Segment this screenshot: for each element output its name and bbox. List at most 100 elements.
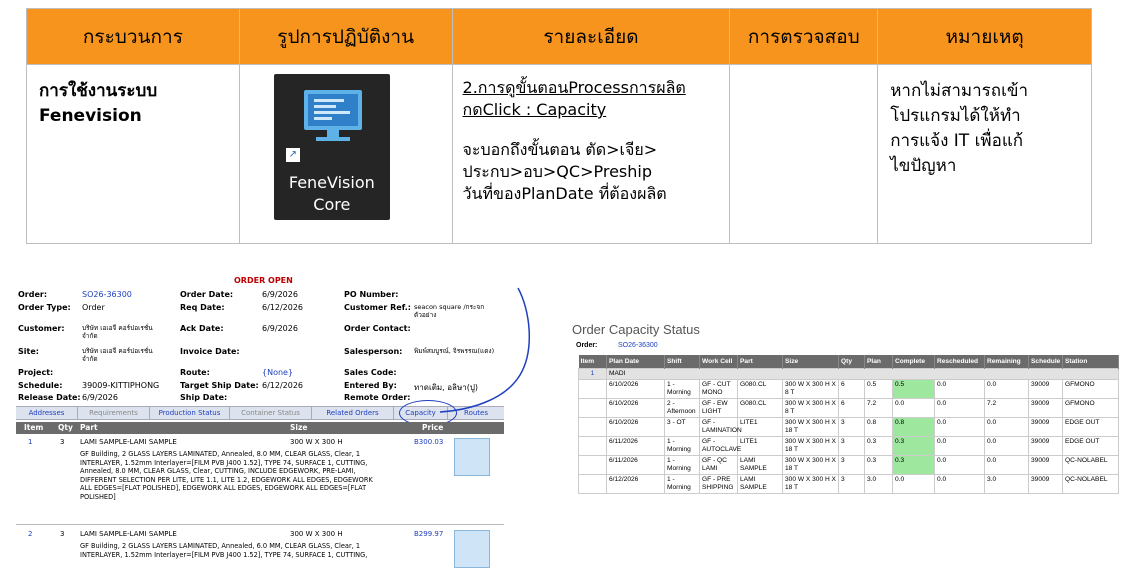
- detail-line-2: กดClick : Capacity: [462, 100, 607, 119]
- item-number[interactable]: 1: [28, 438, 32, 447]
- schedule-value: 39009-KITTIPHONG: [82, 381, 160, 390]
- capacity-row: 6/11/2026 1 - Morning GF - QC LAMI LAMI SAM…: [578, 454, 1119, 475]
- capacity-cell-rescheduled: 0.0: [934, 416, 985, 437]
- col-qty: Qty: [58, 423, 73, 432]
- capacity-order-number[interactable]: SO26-36300: [618, 342, 658, 349]
- capacity-cell-item: [578, 416, 607, 437]
- tab-related-orders[interactable]: Related Orders: [312, 407, 394, 419]
- capacity-cell-rescheduled: 0.0: [934, 435, 985, 456]
- project-label: Project:: [18, 368, 54, 377]
- note-line-4: ไขปัญหา: [890, 156, 957, 176]
- capacity-cell-shift: 1 - Morning: [664, 435, 700, 456]
- capacity-cell-remaining: 0.0: [984, 416, 1029, 437]
- tab-requirements[interactable]: Requirements: [78, 407, 150, 419]
- order-number[interactable]: SO26-36300: [82, 290, 132, 299]
- ack-date-value: 6/9/2026: [262, 324, 298, 333]
- capacity-cell-rescheduled: 0.0: [934, 397, 985, 418]
- capacity-cell-size: 300 W X 300 H X 8 T: [782, 378, 839, 399]
- capacity-row: 6/12/2026 1 - Morning GF - PRE SHIPPING LAM…: [578, 473, 1119, 494]
- order-row-2: Order Type: Order Req Date: 6/12/2026 Cu…: [16, 303, 504, 319]
- capacity-cell-remaining: 0.0: [984, 435, 1029, 456]
- capacity-cell-station: QC-NOLABEL: [1062, 454, 1119, 475]
- detail-line-3: จะบอกถึงขั้นตอน ตัด>เจีย>: [462, 140, 658, 159]
- process-cell: การใช้งานระบบ Fenevision: [26, 64, 240, 244]
- capacity-cell-remaining: 0.0: [984, 378, 1029, 399]
- order-type-value: Order: [82, 303, 105, 312]
- note-line-1: หากไม่สามารถเข้า: [890, 81, 1029, 101]
- capacity-cell-plan: 0.8: [864, 416, 893, 437]
- procedure-table-row: การใช้งานระบบ Fenevision ↗ FeneVision Co…: [26, 64, 1092, 244]
- capacity-cell-item: [578, 435, 607, 456]
- item-price: B299.97: [414, 530, 444, 538]
- capacity-cell-qty: 6: [838, 397, 865, 418]
- capacity-cell-size: 300 W X 300 H X 8 T: [782, 397, 839, 418]
- release-date-value: 6/9/2026: [82, 393, 118, 402]
- capacity-cell-station: EDGE OUT: [1062, 435, 1119, 456]
- monitor-icon: [303, 90, 362, 130]
- order-contact-label: Order Contact:: [344, 324, 411, 333]
- capacity-cell-size: 300 W X 300 H X 18 T: [782, 416, 839, 437]
- order-row-3: Customer: บริษัท เอเอจี คอร์ปอเรชั่นจำกั…: [16, 324, 504, 340]
- detail-line-4: ประกบ>อบ>QC>Preship: [462, 162, 652, 181]
- capacity-cell-plan: 3.0: [864, 473, 893, 494]
- fenevision-core-label: FeneVision Core: [274, 172, 390, 216]
- target-ship-label: Target Ship Date:: [180, 381, 259, 390]
- capacity-cell-shift: 1 - Morning: [664, 454, 700, 475]
- order-row-4: Site: บริษัท เอเอจี คอร์ปอเรชั่นจำกัด In…: [16, 347, 504, 363]
- capacity-cell-rescheduled: 0.0: [934, 454, 985, 475]
- capacity-cell-qty: 3: [838, 473, 865, 494]
- target-ship-value: 6/12/2026: [262, 381, 304, 390]
- capacity-cell-plan: 0.3: [864, 435, 893, 456]
- detail-line-1: 2.การดูขั้นตอนProcessการผลิต: [462, 78, 686, 97]
- capacity-cell-plan-date: 6/11/2026: [606, 435, 665, 456]
- capacity-cell-plan: 0.5: [864, 378, 893, 399]
- ship-date-label: Ship Date:: [180, 393, 228, 402]
- glass-thumbnail: [454, 530, 490, 568]
- item-divider: [16, 524, 504, 525]
- capacity-cell-rescheduled: 0.0: [934, 378, 985, 399]
- order-detail-panel: ORDER OPEN Order: SO26-36300 Order Date:…: [16, 276, 504, 576]
- tab-addresses[interactable]: Addresses: [16, 407, 78, 419]
- capacity-cell-station: QC-NOLABEL: [1062, 473, 1119, 494]
- ack-date-label: Ack Date:: [180, 324, 224, 333]
- item-part: LAMI SAMPLE-LAMI SAMPLE: [80, 530, 177, 538]
- capacity-col-complete: Complete: [892, 355, 935, 368]
- col-part: Part: [80, 423, 98, 432]
- group-item[interactable]: 1: [578, 367, 607, 380]
- customer-ref-label: Customer Ref.:: [344, 303, 412, 312]
- item-number[interactable]: 2: [28, 530, 32, 539]
- tab-container-status[interactable]: Container Status: [230, 407, 312, 419]
- capacity-cell-rescheduled: 0.0: [934, 473, 985, 494]
- order-label: Order:: [18, 290, 48, 299]
- glass-thumbnail: [454, 438, 490, 476]
- fenevision-core-icon[interactable]: ↗ FeneVision Core: [273, 74, 390, 220]
- group-label: MADI: [606, 367, 1119, 380]
- schedule-label: Schedule:: [18, 381, 63, 390]
- capacity-cell-complete: 0.8: [892, 416, 935, 437]
- process-line-2: Fenevision: [39, 106, 142, 126]
- route-value[interactable]: {None}: [262, 368, 293, 377]
- capacity-table-header: Item Plan Date Shift Work Cell Part Size Qty Pl…: [578, 355, 1119, 368]
- capacity-cell-item: [578, 473, 607, 494]
- capacity-cell-work-cell: GF - CUT MONO: [699, 378, 738, 399]
- capacity-cell-station: EDGE OUT: [1062, 416, 1119, 437]
- capacity-cell-work-cell: GF - AUTOCLAVE: [699, 435, 741, 456]
- screenshot-cell: ↗ FeneVision Core: [238, 64, 453, 244]
- item-size: 300 W X 300 H: [290, 530, 343, 538]
- process-line-1: การใช้งานระบบ: [39, 81, 158, 101]
- capacity-cell-complete: 0.5: [892, 378, 935, 399]
- capacity-cell-plan-date: 6/11/2026: [606, 454, 665, 475]
- item-description: GF Building, 2 GLASS LAYERS LAMINATED, A…: [80, 450, 373, 501]
- tab-production-status[interactable]: Production Status: [150, 407, 230, 419]
- monitor-base: [315, 137, 350, 141]
- capacity-cell-item: [578, 378, 607, 399]
- item-part: LAMI SAMPLE-LAMI SAMPLE: [80, 438, 177, 446]
- route-label: Route:: [180, 368, 210, 377]
- note-cell: หากไม่สามารถเข้า โปรแกรมได้ให้ทำ การแจ้ง…: [877, 64, 1092, 244]
- icon-label-line-1: FeneVision: [288, 173, 375, 192]
- capacity-col-plan: Plan: [864, 355, 893, 368]
- capacity-cell-part: G080.CL: [737, 397, 783, 418]
- capacity-cell-station: GFMONO: [1062, 397, 1119, 418]
- site-label: Site:: [18, 347, 39, 356]
- header-process: กระบวนการ: [26, 8, 240, 65]
